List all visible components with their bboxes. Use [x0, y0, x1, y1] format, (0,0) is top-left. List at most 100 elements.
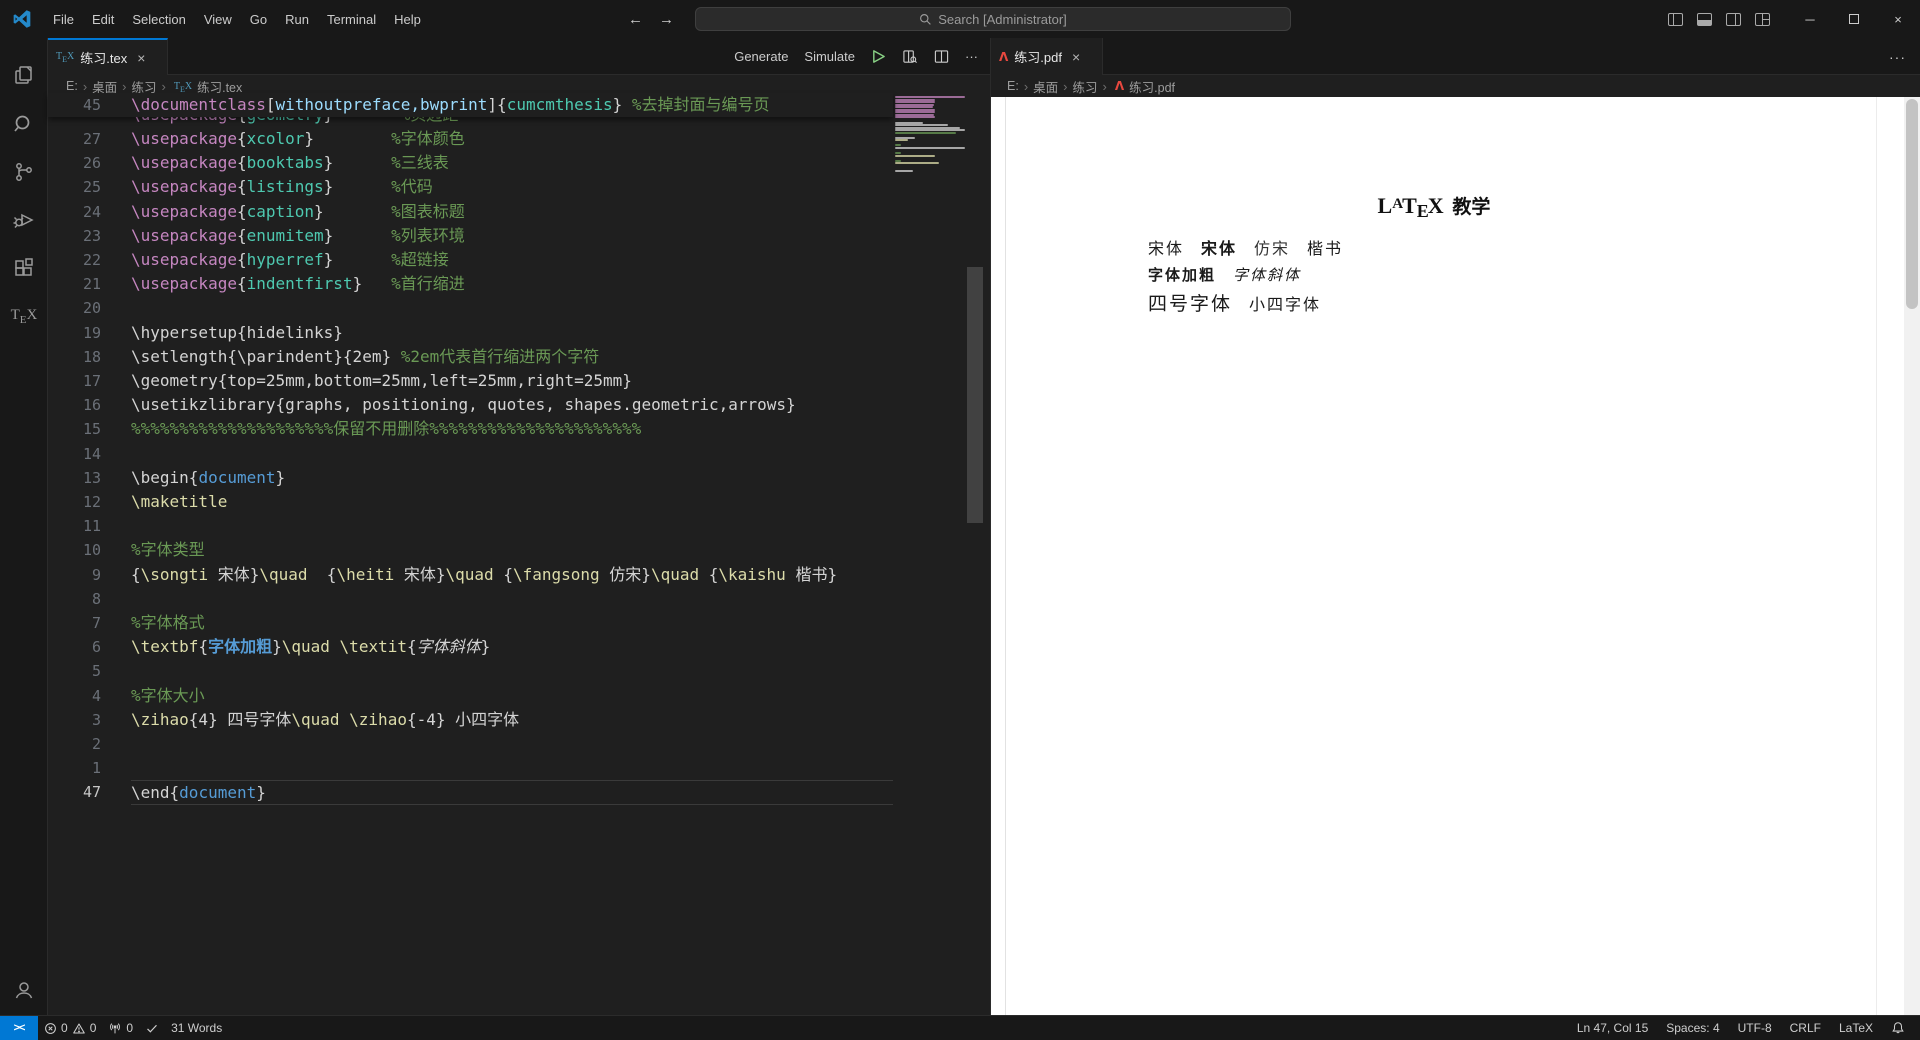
code-line[interactable]: 17 \geometry{top=25mm,bottom=25mm,left=25…: [48, 369, 893, 394]
minimize-button[interactable]: ─: [1788, 0, 1832, 38]
back-icon[interactable]: ←: [628, 11, 643, 28]
generate-button[interactable]: Generate: [734, 49, 788, 64]
pdf-viewer[interactable]: LATEX 教学 宋体 宋体 仿宋 楷书 字体加粗 字体斜体 四号字体 小四字体: [991, 97, 1920, 1015]
explorer-icon[interactable]: [0, 52, 48, 100]
indentation[interactable]: Spaces: 4: [1657, 1016, 1728, 1040]
code-line[interactable]: 4 %字体大小: [48, 684, 893, 709]
close-tab-icon[interactable]: ×: [137, 50, 145, 66]
chevron-right-icon: ›: [82, 78, 88, 94]
code-line[interactable]: 8: [48, 587, 893, 612]
code-line[interactable]: 18 \setlength{\parindent}{2em} %2em代表首行缩进…: [48, 345, 893, 370]
close-tab-icon[interactable]: ×: [1072, 49, 1080, 65]
code-line[interactable]: 16 \usetikzlibrary{graphs, positioning, q…: [48, 393, 893, 418]
notifications-bell-icon[interactable]: [1882, 1016, 1914, 1040]
view-pdf-preview-icon[interactable]: [902, 49, 918, 64]
remote-indicator[interactable]: ><: [0, 1015, 38, 1040]
pdf-font-sample-line: 字体加粗 字体斜体: [1148, 264, 1318, 285]
code-line[interactable]: 19 \hypersetup{hidelinks}: [48, 321, 893, 346]
toggle-secondary-sidebar-icon[interactable]: [1726, 12, 1741, 26]
tex-workshop-icon[interactable]: TEX: [0, 292, 48, 340]
code-line[interactable]: 24 \usepackage{caption} %图表标题: [48, 200, 893, 225]
code-line[interactable]: 22 \usepackage{hyperref} %超链接: [48, 248, 893, 273]
code-line[interactable]: 11: [48, 514, 893, 539]
code-line[interactable]: 6 \textbf{字体加粗}\quad \textit{字体斜体}: [48, 635, 893, 660]
code-line[interactable]: 45 \documentclass[withoutpreface,bwprint]…: [48, 93, 893, 117]
code-editor[interactable]: \usepackage{geometry} %页边距27\usepackage{…: [48, 97, 990, 1015]
breadcrumb-file[interactable]: 练习.pdf: [1129, 77, 1175, 96]
breadcrumb-item[interactable]: 练习: [1073, 77, 1098, 96]
minimap-line: [895, 111, 935, 114]
code-line[interactable]: 21 \usepackage{indentfirst} %首行缩进: [48, 272, 893, 297]
menu-file[interactable]: File: [44, 8, 83, 31]
pdf-scrollbar-thumb[interactable]: [1906, 99, 1918, 309]
code-line[interactable]: 10 %字体类型: [48, 538, 893, 563]
close-window-button[interactable]: ×: [1876, 0, 1920, 38]
line-number: 45: [82, 96, 101, 114]
more-actions-icon[interactable]: ···: [1889, 38, 1906, 75]
menu-terminal[interactable]: Terminal: [318, 8, 385, 31]
breadcrumb-item[interactable]: E:: [66, 79, 78, 93]
check-icon: [147, 1024, 157, 1033]
activity-bar: TEX: [0, 38, 48, 1040]
title-bar: File Edit Selection View Go Run Terminal Help ←…: [0, 0, 1920, 38]
code-line[interactable]: 15 %%%%%%%%%%%%%%%%%%%%%保留不用删除%%%%%%%%%%%…: [48, 417, 893, 442]
cursor-position[interactable]: Ln 47, Col 15: [1568, 1016, 1657, 1040]
minimap-line: [895, 131, 957, 134]
language-mode[interactable]: LaTeX: [1830, 1016, 1882, 1040]
code-line[interactable]: 5: [48, 659, 893, 684]
check-status[interactable]: [139, 1016, 165, 1040]
word-count[interactable]: 31 Words: [165, 1016, 228, 1040]
ports-status[interactable]: 0: [102, 1016, 139, 1040]
code-line[interactable]: 23 \usepackage{enumitem} %列表环境: [48, 224, 893, 249]
menu-selection[interactable]: Selection: [123, 8, 194, 31]
code-line[interactable]: 47 \end{document}: [48, 780, 893, 806]
account-icon[interactable]: [0, 966, 48, 1014]
customize-layout-icon[interactable]: [1755, 12, 1770, 26]
run-debug-icon[interactable]: [0, 196, 48, 244]
minimap-line: [895, 101, 935, 104]
editor-scrollbar-thumb[interactable]: [967, 267, 983, 523]
code-line[interactable]: 1: [48, 756, 893, 781]
toggle-panel-icon[interactable]: [1697, 12, 1712, 26]
eol-sequence[interactable]: CRLF: [1781, 1016, 1830, 1040]
minimap-line: [895, 106, 933, 109]
search-sidebar-icon[interactable]: [0, 100, 48, 148]
code-line[interactable]: 2: [48, 732, 893, 757]
code-line[interactable]: 25 \usepackage{listings} %代码: [48, 175, 893, 200]
menu-go[interactable]: Go: [241, 8, 276, 31]
maximize-button[interactable]: [1832, 0, 1876, 38]
forward-icon[interactable]: →: [659, 11, 674, 28]
build-play-icon[interactable]: [871, 49, 886, 64]
code-line[interactable]: 26 \usepackage{booktabs} %三线表: [48, 151, 893, 176]
toggle-primary-sidebar-icon[interactable]: [1668, 12, 1683, 26]
source-control-icon[interactable]: [0, 148, 48, 196]
split-editor-icon[interactable]: [934, 49, 949, 64]
breadcrumb-item[interactable]: E:: [1007, 79, 1019, 93]
encoding[interactable]: UTF-8: [1729, 1016, 1781, 1040]
more-actions-icon[interactable]: ···: [965, 49, 978, 64]
extensions-icon[interactable]: [0, 244, 48, 292]
code-line[interactable]: 9 {\songti 宋体}\quad {\heiti 宋体}\quad {\fa…: [48, 563, 893, 588]
tab-lianxi-pdf[interactable]: Λ 练习.pdf ×: [991, 38, 1103, 75]
tab-lianxi-tex[interactable]: TEX 练习.tex ×: [48, 38, 168, 75]
line-number: 20: [82, 299, 101, 318]
minimap[interactable]: [893, 93, 967, 493]
code-line[interactable]: 14: [48, 442, 893, 467]
code-line[interactable]: 3 \zihao{4} 四号字体\quad \zihao{-4} 小四字体: [48, 708, 893, 733]
code-line[interactable]: 7 %字体格式: [48, 611, 893, 636]
breadcrumb-item[interactable]: 桌面: [1033, 77, 1058, 96]
problems-status[interactable]: 0 0: [38, 1016, 102, 1040]
pdf-file-icon: Λ: [999, 49, 1009, 64]
simulate-button[interactable]: Simulate: [804, 49, 855, 64]
code-line[interactable]: 27 \usepackage{xcolor} %字体颜色: [48, 127, 893, 152]
code-line[interactable]: 13 \begin{document}: [48, 466, 893, 491]
tab-bar-right: Λ 练习.pdf × ···: [991, 38, 1920, 75]
code-line[interactable]: 12 \maketitle: [48, 490, 893, 515]
menu-run[interactable]: Run: [276, 8, 318, 31]
menu-view[interactable]: View: [195, 8, 241, 31]
code-line[interactable]: 20: [48, 296, 893, 321]
menu-edit[interactable]: Edit: [83, 8, 123, 31]
sticky-scroll-line[interactable]: 45 \documentclass[withoutpreface,bwprint]…: [48, 93, 893, 117]
menu-help[interactable]: Help: [385, 8, 430, 31]
command-center-search[interactable]: Search [Administrator]: [695, 7, 1291, 31]
